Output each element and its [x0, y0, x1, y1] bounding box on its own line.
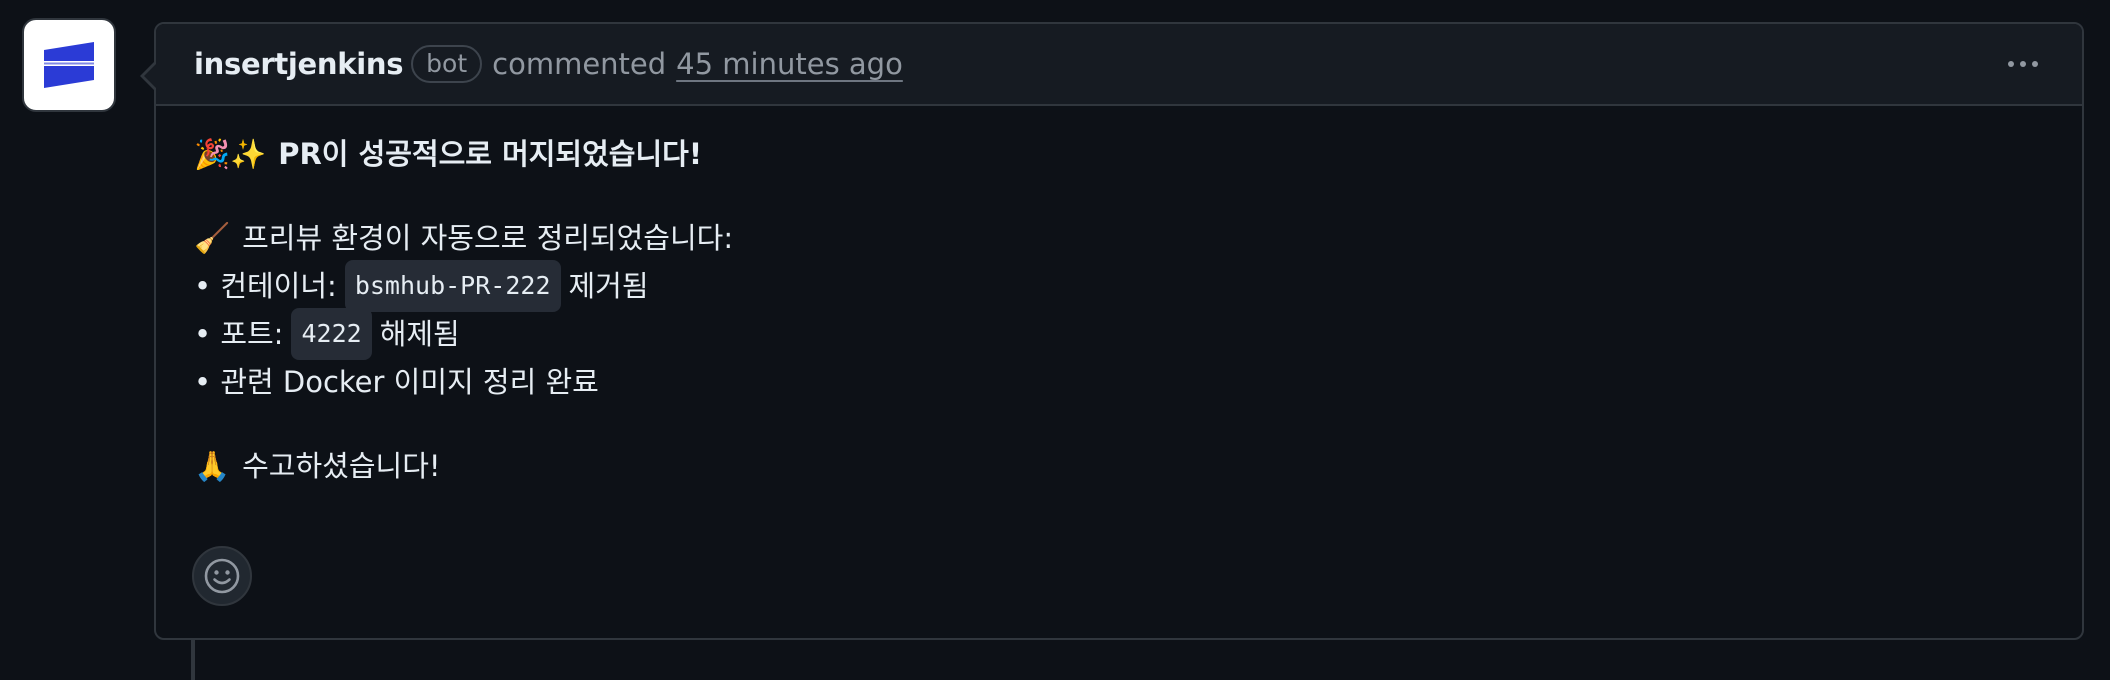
kebab-horizontal-icon [2008, 61, 2014, 67]
thanks-text: 수고하셨습니다! [242, 449, 441, 483]
list-item: • 포트: 4222 해제됨 [194, 308, 2044, 360]
author-avatar[interactable] [22, 18, 116, 112]
merge-title-line: 🎉✨ PR이 성공적으로 머지되었습니다! [194, 130, 2044, 178]
cleanup-intro-line: 🧹 프리뷰 환경이 자동으로 정리되었습니다: [194, 214, 2044, 262]
list-item-prefix: • 컨테이너: [194, 269, 337, 303]
timeline-connector [191, 638, 195, 680]
comment-timestamp[interactable]: 45 minutes ago [676, 47, 903, 81]
list-item: • 관련 Docker 이미지 정리 완료 [194, 358, 2044, 406]
port-code: 4222 [291, 308, 372, 360]
folded-hands-emoji: 🙏 [194, 449, 231, 483]
smiley-icon [204, 558, 240, 594]
list-item-prefix: • 포트: [194, 317, 284, 351]
list-item-suffix: 제거됨 [568, 269, 649, 303]
thanks-line: 🙏 수고하셨습니다! [194, 442, 2044, 490]
list-item-text: • 관련 Docker 이미지 정리 완료 [194, 365, 599, 399]
cleanup-intro: 프리뷰 환경이 자동으로 정리되었습니다: [242, 221, 734, 255]
insertjenkins-logo [38, 42, 100, 88]
list-item: • 컨테이너: bsmhub-PR-222 제거됨 [194, 260, 2044, 312]
comment-caret-fill [144, 62, 158, 90]
broom-emoji: 🧹 [194, 221, 231, 255]
comment-action: commented [492, 47, 667, 81]
comment-options-menu[interactable] [2000, 53, 2046, 75]
comment-box: insertjenkins bot commented 45 minutes a… [140, 22, 2084, 640]
add-reaction-button[interactable] [192, 546, 252, 606]
comment-header: insertjenkins bot commented 45 minutes a… [156, 24, 2082, 106]
bot-badge: bot [411, 45, 483, 83]
merge-title: PR이 성공적으로 머지되었습니다! [278, 137, 703, 171]
comment-body: 🎉✨ PR이 성공적으로 머지되었습니다! 🧹 프리뷰 환경이 자동으로 정리되… [156, 106, 2082, 490]
author-link[interactable]: insertjenkins [194, 47, 403, 81]
container-name-code: bsmhub-PR-222 [344, 260, 561, 312]
list-item-suffix: 해제됨 [379, 317, 460, 351]
party-popper-sparkles-emoji: 🎉✨ [194, 137, 267, 171]
